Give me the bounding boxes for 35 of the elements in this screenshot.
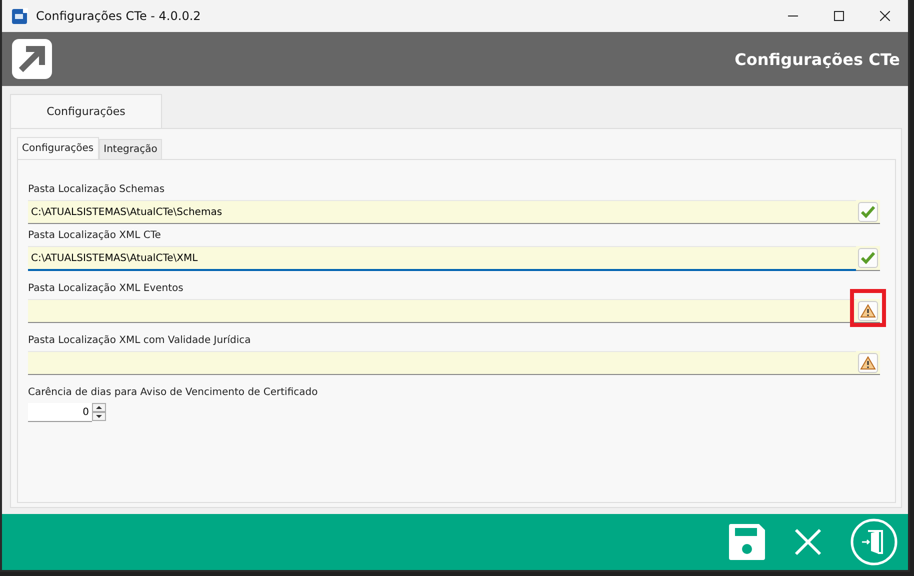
field-label: Pasta Localização XML Eventos <box>28 283 184 294</box>
input-field[interactable] <box>28 299 856 323</box>
field-label: Pasta Localização XML CTe <box>28 230 162 241</box>
field-label: Pasta Localização XML com Validade Jurídica <box>28 335 252 346</box>
field-label: Carência de dias para Aviso de Vencimento de Certificado <box>28 387 319 398</box>
down-arrow-icon <box>96 415 102 418</box>
input-field[interactable]: C:\ATUALSISTEMAS\AtualCTe\Schemas <box>28 200 856 224</box>
warning-button[interactable] <box>858 352 878 372</box>
exit-door-icon[interactable] <box>850 518 898 566</box>
close-icon[interactable] <box>880 11 890 21</box>
maximize-icon[interactable] <box>834 11 844 21</box>
spin-down-button[interactable] <box>92 412 106 421</box>
number-field[interactable]: 0 <box>28 403 92 422</box>
input-field[interactable] <box>28 351 856 375</box>
check-button[interactable] <box>858 248 878 268</box>
field-value: C:\ATUALSISTEMAS\AtualCTe\XML <box>31 252 198 264</box>
tab[interactable]: Configurações <box>10 94 162 128</box>
warning-icon <box>860 304 876 318</box>
save-icon[interactable] <box>728 523 766 561</box>
spin-up-button[interactable] <box>92 403 106 412</box>
warning-icon <box>860 356 876 370</box>
header-title: Configurações CTe <box>734 50 900 68</box>
warning-button[interactable] <box>858 300 878 320</box>
field-value: C:\ATUALSISTEMAS\AtualCTe\Schemas <box>31 206 222 218</box>
arrow-logo-icon <box>12 39 52 79</box>
up-arrow-icon <box>96 406 102 409</box>
check-icon <box>861 206 875 218</box>
input-field[interactable]: C:\ATUALSISTEMAS\AtualCTe\XML <box>28 246 856 271</box>
window-title: Configurações CTe - 4.0.0.2 <box>36 9 201 23</box>
check-icon <box>861 252 875 264</box>
check-button[interactable] <box>858 202 878 222</box>
field-label: Pasta Localização Schemas <box>28 184 166 195</box>
app-icon <box>12 8 28 24</box>
tab[interactable]: Configurações <box>17 137 99 159</box>
tab[interactable]: Integração <box>98 139 162 159</box>
